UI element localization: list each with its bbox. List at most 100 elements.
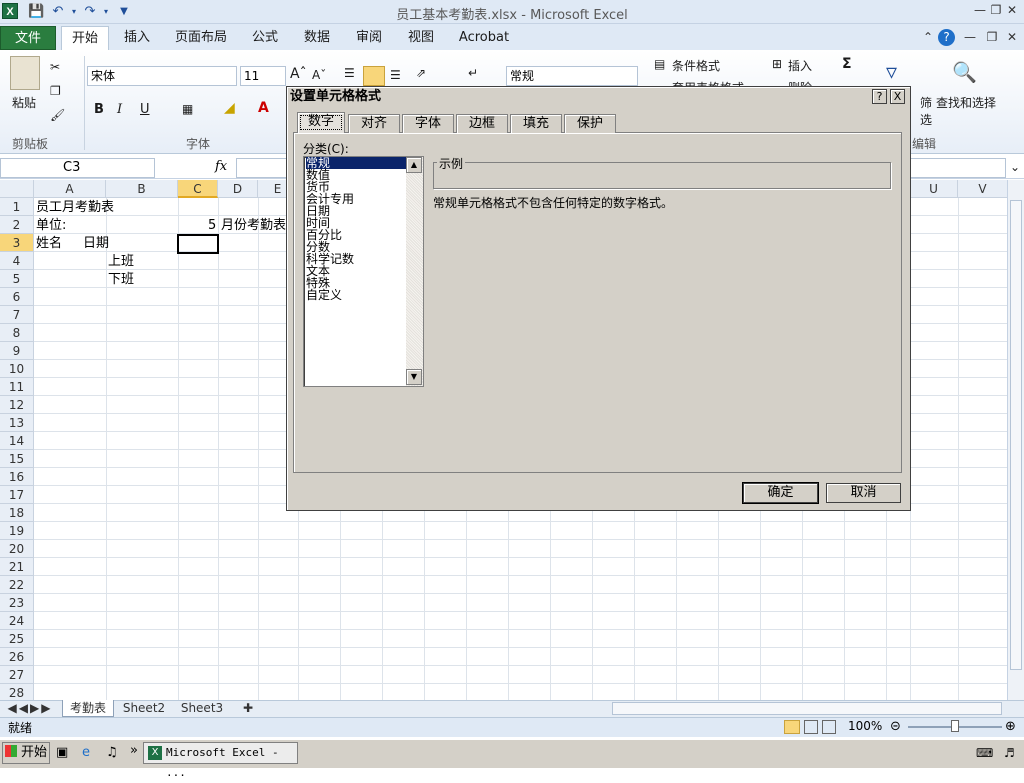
row-header[interactable]: 13 — [0, 414, 34, 432]
expand-formula-icon[interactable]: ⌄ — [1010, 160, 1020, 174]
tab-font[interactable]: 字体 — [402, 114, 454, 133]
grow-font-icon[interactable]: Aˆ — [290, 66, 307, 82]
fill-color-icon[interactable]: ◢ — [224, 100, 235, 116]
tab-protection[interactable]: 保护 — [564, 114, 616, 133]
row-header[interactable]: 17 — [0, 486, 34, 504]
italic-button[interactable]: I — [117, 102, 122, 117]
align-middle-icon[interactable] — [363, 66, 385, 86]
quicklaunch-more-icon[interactable]: » — [130, 743, 138, 758]
show-desktop-icon[interactable]: ▣ — [56, 745, 68, 760]
help-icon[interactable]: ? — [938, 29, 955, 46]
sheet-nav-icons[interactable]: ◀◀▶▶ — [4, 700, 56, 717]
copy-icon[interactable]: ❐ — [50, 84, 61, 98]
font-size-select[interactable]: 11 — [240, 66, 286, 86]
row-header[interactable]: 12 — [0, 396, 34, 414]
restore-icon[interactable]: ❐ — [988, 3, 1004, 19]
dialog-close-button[interactable]: X — [890, 89, 905, 104]
column-header[interactable]: U — [910, 180, 958, 198]
orientation-icon[interactable]: ⇗ — [416, 66, 426, 80]
cancel-button[interactable]: 取消 — [826, 483, 901, 503]
row-header[interactable]: 14 — [0, 432, 34, 450]
category-scrollbar[interactable] — [406, 157, 423, 386]
row-header[interactable]: 18 — [0, 504, 34, 522]
paste-icon[interactable] — [10, 56, 40, 90]
taskbar-excel[interactable]: Microsoft Excel - ... — [143, 742, 298, 779]
page-layout-view-icon[interactable] — [804, 720, 818, 734]
row-header[interactable]: 5 — [0, 270, 34, 288]
row-header[interactable]: 9 — [0, 342, 34, 360]
row-header[interactable]: 24 — [0, 612, 34, 630]
cell-a3[interactable]: 姓名 — [36, 235, 62, 253]
conditional-format-icon[interactable]: ▤ — [654, 57, 665, 71]
wb-restore-icon[interactable]: ❐ — [984, 30, 1000, 46]
ribbon-collapse-icon[interactable]: ⌃ — [920, 30, 936, 46]
tab-number[interactable]: 数字 — [297, 112, 345, 133]
horizontal-scrollbar[interactable] — [612, 702, 1002, 715]
row-header[interactable]: 21 — [0, 558, 34, 576]
ie-icon[interactable]: e — [82, 745, 90, 760]
find-select-icon[interactable]: 🔍 — [952, 60, 977, 84]
column-header[interactable]: A — [34, 180, 106, 198]
file-tab[interactable]: 文件 — [0, 26, 56, 50]
cell-c2[interactable]: 5 — [208, 217, 216, 235]
bold-button[interactable]: B — [94, 102, 104, 117]
vertical-scrollbar[interactable] — [1007, 180, 1024, 700]
cell-b3[interactable]: 日期 — [83, 235, 109, 253]
cell-b4[interactable]: 上班 — [108, 253, 134, 271]
row-header[interactable]: 7 — [0, 306, 34, 324]
tab-data[interactable]: 数据 — [298, 26, 336, 50]
wrap-text-icon[interactable]: ↵ — [468, 66, 478, 80]
column-header[interactable]: B — [106, 180, 178, 198]
tray-keyboard-icon[interactable]: ⌨ — [976, 746, 993, 760]
close-window-icon[interactable]: ✕ — [1004, 3, 1020, 19]
zoom-slider-thumb[interactable] — [951, 720, 959, 732]
sheet-tab-sheet2[interactable]: Sheet2 — [118, 700, 170, 717]
autosum-button[interactable]: Σ — [842, 56, 852, 72]
cell-b5[interactable]: 下班 — [108, 271, 134, 289]
active-cell-c3[interactable] — [177, 234, 219, 254]
minimize-icon[interactable]: — — [972, 3, 988, 19]
shrink-font-icon[interactable]: Aˇ — [312, 68, 326, 82]
row-header[interactable]: 4 — [0, 252, 34, 270]
dialog-help-button[interactable]: ? — [872, 89, 887, 104]
tab-page-layout[interactable]: 页面布局 — [170, 26, 232, 50]
row-header[interactable]: 26 — [0, 648, 34, 666]
row-header[interactable]: 20 — [0, 540, 34, 558]
scroll-up-icon[interactable]: ▲ — [406, 157, 422, 173]
cut-icon[interactable]: ✂ — [50, 60, 60, 74]
zoom-in-icon[interactable]: ⊕ — [1005, 719, 1016, 734]
borders-icon[interactable]: ▦ — [182, 102, 193, 116]
sort-filter-icon[interactable]: ▿ — [886, 60, 897, 85]
column-header[interactable]: D — [218, 180, 258, 198]
row-header[interactable]: 3 — [0, 234, 34, 252]
tab-fill[interactable]: 填充 — [510, 114, 562, 133]
paste-button[interactable]: 粘贴 — [12, 94, 36, 111]
row-header[interactable]: 10 — [0, 360, 34, 378]
row-header[interactable]: 25 — [0, 630, 34, 648]
sheet-tab-sheet3[interactable]: Sheet3 — [176, 700, 228, 717]
underline-button[interactable]: U — [140, 102, 150, 117]
find-select-button[interactable]: 查找和选择 — [936, 94, 996, 111]
row-header[interactable]: 19 — [0, 522, 34, 540]
tab-insert[interactable]: 插入 — [118, 26, 156, 50]
row-header[interactable]: 6 — [0, 288, 34, 306]
name-box[interactable]: C3 — [0, 158, 155, 178]
format-painter-icon[interactable]: 🖌 — [50, 108, 65, 122]
tab-alignment[interactable]: 对齐 — [348, 114, 400, 133]
row-header[interactable]: 15 — [0, 450, 34, 468]
tab-acrobat[interactable]: Acrobat — [454, 26, 514, 50]
cell-a1[interactable]: 员工月考勤表 — [36, 199, 114, 217]
cell-a2[interactable]: 单位: — [36, 217, 66, 235]
insert-cells-button[interactable]: 插入 — [788, 57, 812, 74]
sheet-tab-attendance[interactable]: 考勤表 — [62, 700, 114, 717]
media-icon[interactable]: ♫ — [106, 745, 118, 760]
select-all-corner[interactable] — [0, 180, 34, 198]
row-header[interactable]: 2 — [0, 216, 34, 234]
wb-close-icon[interactable]: ✕ — [1004, 30, 1020, 46]
row-header[interactable]: 27 — [0, 666, 34, 684]
normal-view-icon[interactable] — [784, 720, 800, 734]
zoom-out-icon[interactable]: ⊝ — [890, 719, 901, 734]
row-header[interactable]: 22 — [0, 576, 34, 594]
wb-minimize-icon[interactable]: — — [962, 30, 978, 46]
cell-d2[interactable]: 月份考勤表 — [221, 217, 287, 235]
